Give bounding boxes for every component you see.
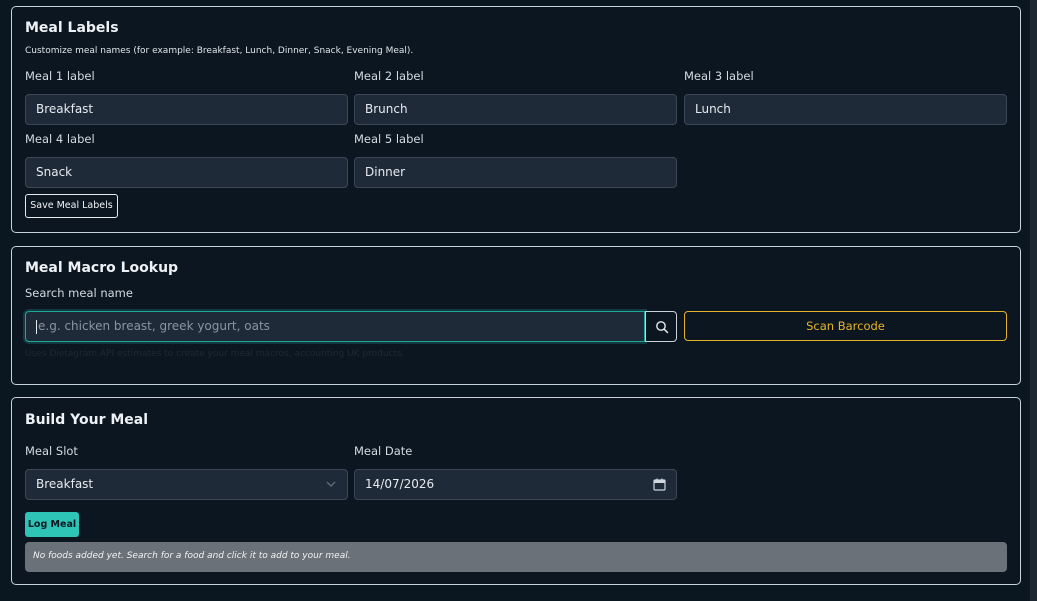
meal-labels-title: Meal Labels bbox=[25, 20, 119, 36]
meal-4-input[interactable]: Snack bbox=[25, 157, 348, 188]
search-button[interactable] bbox=[645, 311, 677, 342]
meal-4-label: Meal 4 label bbox=[25, 132, 95, 146]
meal-labels-card: Meal Labels Customize meal names (for ex… bbox=[11, 6, 1021, 233]
meal-date-label: Meal Date bbox=[354, 444, 413, 458]
meal-macro-lookup-card: Meal Macro Lookup Search meal name e.g. … bbox=[11, 246, 1021, 385]
log-meal-button[interactable]: Log Meal bbox=[25, 512, 79, 537]
build-your-meal-card: Build Your Meal Meal Slot Breakfast Meal… bbox=[11, 397, 1021, 585]
meal-slot-label: Meal Slot bbox=[25, 444, 78, 458]
meal-1-input[interactable]: Breakfast bbox=[25, 94, 348, 125]
meal-date-input[interactable]: 14/07/2026 bbox=[354, 469, 677, 500]
scan-barcode-button[interactable]: Scan Barcode bbox=[684, 311, 1007, 341]
search-meal-label: Search meal name bbox=[25, 286, 133, 300]
lookup-hint: Uses Dietagram API estimates to create y… bbox=[25, 349, 405, 359]
meal-1-label: Meal 1 label bbox=[25, 69, 95, 83]
empty-meal-notice: No foods added yet. Search for a food an… bbox=[25, 542, 1007, 572]
meal-labels-subtitle: Customize meal names (for example: Break… bbox=[25, 46, 414, 56]
search-input[interactable]: e.g. chicken breast, greek yogurt, oats bbox=[25, 311, 645, 342]
search-group: e.g. chicken breast, greek yogurt, oats bbox=[25, 311, 677, 342]
search-icon bbox=[656, 321, 669, 334]
meal-macro-lookup-title: Meal Macro Lookup bbox=[25, 260, 179, 276]
text-caret bbox=[36, 319, 37, 334]
meal-5-label: Meal 5 label bbox=[354, 132, 424, 146]
meal-2-label: Meal 2 label bbox=[354, 69, 424, 83]
chevron-down-icon bbox=[326, 481, 336, 487]
meal-date-value: 14/07/2026 bbox=[365, 477, 435, 491]
meal-slot-value: Breakfast bbox=[36, 477, 94, 491]
meal-2-input[interactable]: Brunch bbox=[354, 94, 677, 125]
save-meal-labels-button[interactable]: Save Meal Labels bbox=[25, 194, 118, 218]
meal-slot-select[interactable]: Breakfast bbox=[25, 469, 348, 500]
page-scrollbar[interactable] bbox=[1030, 0, 1037, 601]
meal-3-label: Meal 3 label bbox=[684, 69, 754, 83]
calendar-icon[interactable] bbox=[653, 478, 666, 491]
meal-5-input[interactable]: Dinner bbox=[354, 157, 677, 188]
meal-3-input[interactable]: Lunch bbox=[684, 94, 1007, 125]
build-your-meal-title: Build Your Meal bbox=[25, 412, 149, 428]
search-placeholder: e.g. chicken breast, greek yogurt, oats bbox=[38, 319, 270, 333]
